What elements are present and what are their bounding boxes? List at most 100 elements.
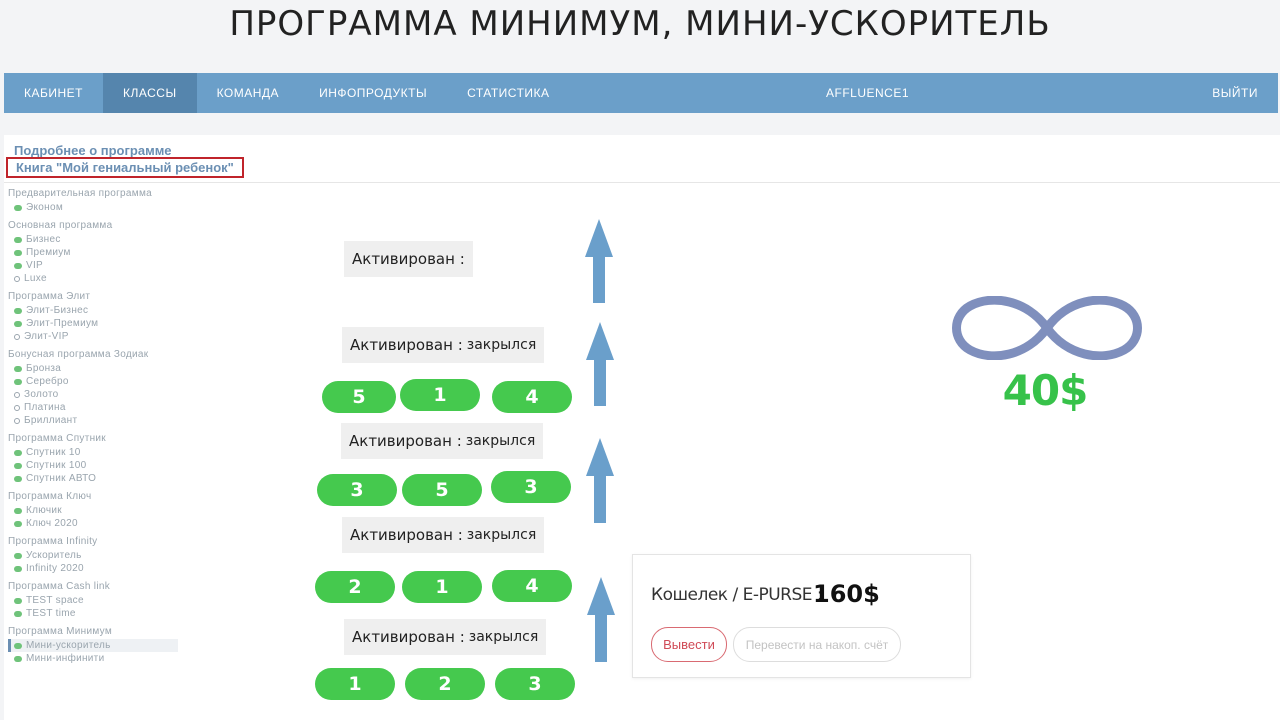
sidebar-item[interactable]: Платина xyxy=(8,401,178,414)
sidebar-item[interactable]: Luxe xyxy=(8,272,178,285)
active-dot-icon xyxy=(14,507,22,514)
sidebar-item[interactable]: Мини-инфинити xyxy=(8,652,178,665)
active-dot-icon xyxy=(14,365,22,372)
sidebar-group: Основная программа Бизнес Премиум VIP Luxe xyxy=(8,220,178,285)
nav-logout[interactable]: ВЫЙТИ xyxy=(1192,73,1278,113)
sidebar-item-label: Элит-VIP xyxy=(24,331,69,342)
sidebar-item-label: Мини-инфинити xyxy=(26,653,105,664)
active-dot-icon xyxy=(14,262,22,269)
sidebar-item-label: Элит-Бизнес xyxy=(26,305,89,316)
sidebar-item[interactable]: Элит-VIP xyxy=(8,330,178,343)
sidebar-item[interactable]: Спутник АВТО xyxy=(8,472,178,485)
program-links: Подробнее о программе Книга "Мой гениаль… xyxy=(4,135,1280,183)
sidebar-item[interactable]: Премиум xyxy=(8,246,178,259)
sidebar-item-label: Спутник 100 xyxy=(26,460,87,471)
sidebar-item-label: Ускоритель xyxy=(26,550,82,561)
about-program-link[interactable]: Подробнее о программе xyxy=(14,143,172,158)
level-status: Активирован : закрылся xyxy=(344,619,547,655)
sidebar-item[interactable]: Элит-Премиум xyxy=(8,317,178,330)
slot-pill[interactable]: 4 xyxy=(492,570,572,602)
slot-pill[interactable]: 5 xyxy=(322,381,396,413)
active-dot-icon xyxy=(14,378,22,385)
slot-pill[interactable]: 4 xyxy=(492,381,572,413)
sidebar-group-title: Программа Cash link xyxy=(8,581,110,592)
sidebar-item[interactable]: Infinity 2020 xyxy=(8,562,178,575)
inactive-circle-icon xyxy=(14,417,20,424)
nav-cabinet[interactable]: КАБИНЕТ xyxy=(4,73,103,113)
withdraw-button[interactable]: Вывести xyxy=(651,627,727,662)
sidebar-item[interactable]: Ключик xyxy=(8,504,178,517)
sidebar-item[interactable]: Бизнес xyxy=(8,233,178,246)
active-dot-icon xyxy=(14,307,22,314)
sidebar-item[interactable]: Спутник 100 xyxy=(8,459,178,472)
nav-classes[interactable]: КЛАССЫ xyxy=(103,73,197,113)
inactive-circle-icon xyxy=(14,391,20,398)
slot-pill[interactable]: 1 xyxy=(400,379,480,411)
sidebar-item-label: Бронза xyxy=(26,363,62,374)
slot-pill[interactable]: 2 xyxy=(315,571,395,603)
sidebar-item[interactable]: Элит-Бизнес xyxy=(8,304,178,317)
slot-pill[interactable]: 3 xyxy=(491,471,571,503)
nav-statistics[interactable]: СТАТИСТИКА xyxy=(447,73,569,113)
nav-infoproducts[interactable]: ИНФОПРОДУКТЫ xyxy=(299,73,447,113)
sidebar-item-label: Платина xyxy=(24,402,66,413)
slot-pill[interactable]: 2 xyxy=(405,668,485,700)
slot-pill[interactable]: 3 xyxy=(495,668,575,700)
sidebar-item[interactable]: Бриллиант xyxy=(8,414,178,427)
sidebar-item[interactable]: Серебро xyxy=(8,375,178,388)
inactive-circle-icon xyxy=(14,333,20,340)
active-dot-icon xyxy=(14,449,22,456)
sidebar-group: Предварительная программа Эконом xyxy=(8,188,178,214)
sidebar-group-title: Программа Infinity xyxy=(8,536,98,547)
slot-pill[interactable]: 1 xyxy=(402,571,482,603)
page-title: ПРОГРАММА МИНИМУМ, МИНИ-УСКОРИТЕЛЬ xyxy=(229,4,1051,44)
sidebar-group-title: Программа Минимум xyxy=(8,626,113,637)
sidebar-item[interactable]: Ключ 2020 xyxy=(8,517,178,530)
sidebar-item[interactable]: Ускоритель xyxy=(8,549,178,562)
sidebar-item[interactable]: Бронза xyxy=(8,362,178,375)
book-link[interactable]: Книга "Мой гениальный ребенок" xyxy=(6,157,244,178)
nav-team[interactable]: КОМАНДА xyxy=(197,73,300,113)
sidebar-group: Бонусная программа Зодиак Бронза Серебро Зо… xyxy=(8,349,178,427)
active-dot-icon xyxy=(14,320,22,327)
sidebar-item[interactable]: TEST time xyxy=(8,607,178,620)
active-dot-icon xyxy=(14,597,22,604)
sidebar-item-label: Мини-ускоритель xyxy=(26,640,111,651)
sidebar-item-label: TEST time xyxy=(26,608,76,619)
sidebar-item-label: Элит-Премиум xyxy=(26,318,99,329)
transfer-to-savings-button[interactable]: Перевести на накоп. счёт xyxy=(733,627,901,662)
sidebar-item[interactable]: VIP xyxy=(8,259,178,272)
sidebar-item-label: Спутник 10 xyxy=(26,447,81,458)
sidebar-item-label: VIP xyxy=(26,260,44,271)
active-dot-icon xyxy=(14,236,22,243)
wallet-label: Кошелек / E-PURSE : xyxy=(651,585,823,605)
slot-pill[interactable]: 5 xyxy=(402,474,482,506)
closed-status: закрылся xyxy=(466,337,537,353)
sidebar-item-label: TEST space xyxy=(26,595,84,606)
sidebar-group: Программа Спутник Спутник 10 Спутник 100 Сп… xyxy=(8,433,178,485)
active-dot-icon xyxy=(14,204,22,211)
up-arrow-icon xyxy=(585,219,613,303)
sidebar-group: Программа Infinity Ускоритель Infinity 202… xyxy=(8,536,178,575)
inactive-circle-icon xyxy=(14,275,20,282)
sidebar-item[interactable]: Спутник 10 xyxy=(8,446,178,459)
sidebar-item-label: Ключик xyxy=(26,505,62,516)
sidebar-item[interactable]: TEST space xyxy=(8,594,178,607)
sidebar-group-title: Бонусная программа Зодиак xyxy=(8,349,149,360)
slot-pill[interactable]: 1 xyxy=(315,668,395,700)
wallet-balance: 160$ xyxy=(813,580,880,608)
nav-username[interactable]: AFFLUENCE1 xyxy=(826,73,909,113)
sidebar-group-title: Программа Элит xyxy=(8,291,91,302)
sidebar-group-title: Основная программа xyxy=(8,220,113,231)
sidebar-item-label: Золото xyxy=(24,389,59,400)
sidebar-item[interactable]: Мини-ускоритель xyxy=(8,639,178,652)
slot-pill[interactable]: 3 xyxy=(317,474,397,506)
top-navbar: КАБИНЕТ КЛАССЫ КОМАНДА ИНФОПРОДУКТЫ СТАТ… xyxy=(4,73,1278,113)
sidebar-item[interactable]: Эконом xyxy=(8,201,178,214)
active-dot-icon xyxy=(14,610,22,617)
sidebar-group: Программа Ключ Ключик Ключ 2020 xyxy=(8,491,178,530)
active-dot-icon xyxy=(14,475,22,482)
wallet-card: Кошелек / E-PURSE : 160$ Вывести Перевес… xyxy=(632,554,971,678)
inactive-circle-icon xyxy=(14,404,20,411)
sidebar-item[interactable]: Золото xyxy=(8,388,178,401)
